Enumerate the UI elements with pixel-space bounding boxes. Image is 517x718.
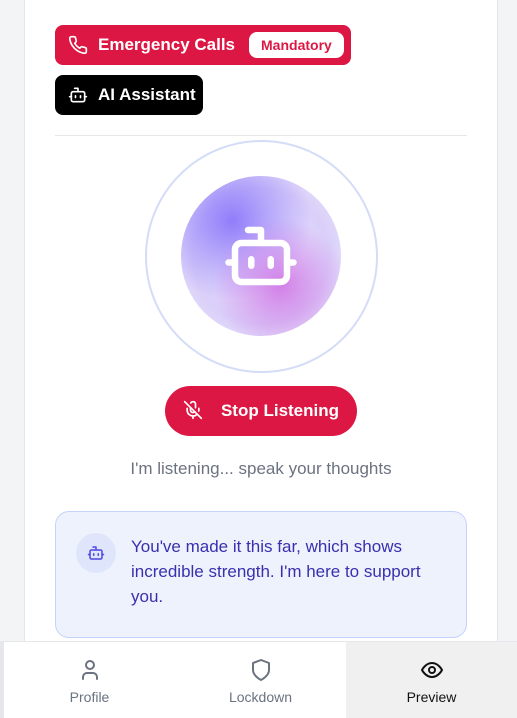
stop-listening-label: Stop Listening [220,401,340,420]
emergency-calls-label: Emergency Calls [98,35,236,54]
assistant-message-text: You've made it this far, which shows inc… [131,537,421,606]
section-divider [55,135,467,136]
bottom-nav: Profile Lockdown Preview [4,641,517,718]
nav-label-profile: Profile [69,689,110,705]
app-screen: Emergency Calls Mandatory AI Assistant S… [0,0,517,718]
ai-assistant-chip[interactable]: AI Assistant [55,75,203,115]
nav-item-preview[interactable]: Preview [346,642,517,718]
nav-label-lockdown: Lockdown [228,689,293,705]
bot-icon [67,84,89,106]
assistant-avatar [76,533,116,573]
nav-label-preview: Preview [406,689,457,705]
phone-icon [67,34,89,56]
mic-off-icon [183,400,205,422]
user-icon [78,658,102,682]
eye-icon [420,658,444,682]
stop-listening-button[interactable]: Stop Listening [165,386,357,436]
bot-icon [221,216,301,296]
nav-item-lockdown[interactable]: Lockdown [175,642,346,718]
bot-icon [87,544,105,562]
nav-item-profile[interactable]: Profile [4,642,175,718]
shield-icon [249,658,273,682]
emergency-calls-chip[interactable]: Emergency Calls Mandatory [55,25,351,65]
listening-status: I'm listening... speak your thoughts [130,459,392,478]
ai-assistant-label: AI Assistant [98,85,196,104]
assistant-message: You've made it this far, which shows inc… [55,511,467,638]
mandatory-badge: Mandatory [249,32,344,58]
